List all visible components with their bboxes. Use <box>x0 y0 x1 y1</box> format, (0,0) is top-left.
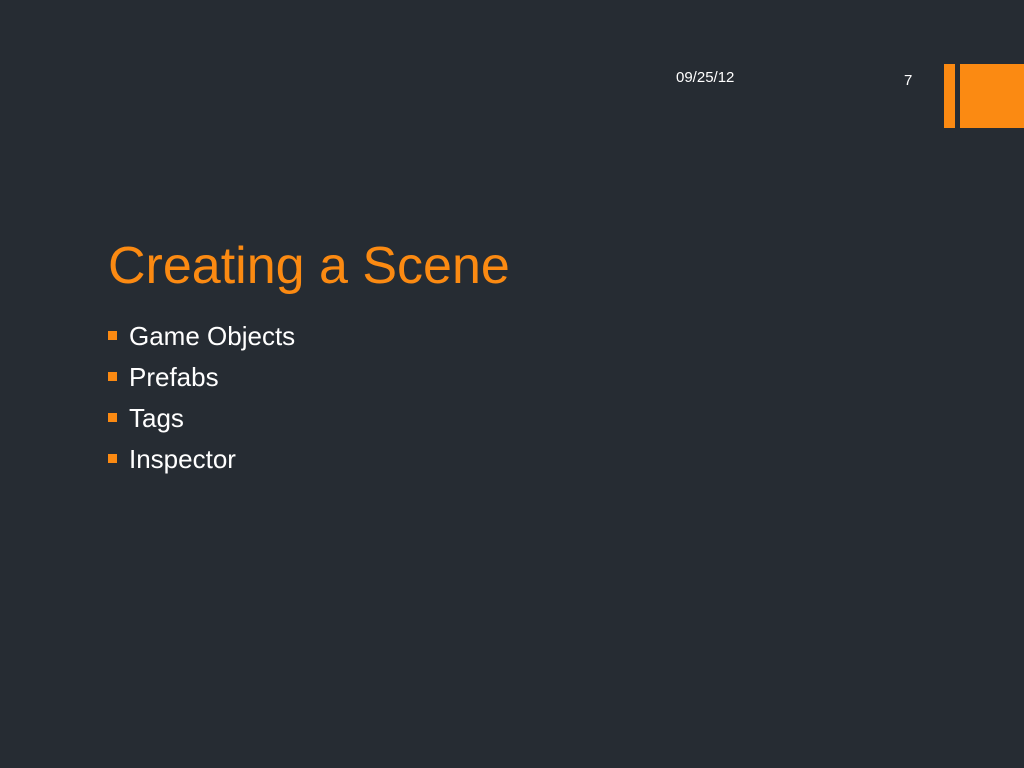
bullet-label: Game Objects <box>129 321 296 351</box>
slide-date: 09/25/12 <box>676 69 735 86</box>
bullet-list: Game Objects Prefabs Tags Inspector <box>108 316 295 480</box>
square-bullet-icon <box>108 454 117 463</box>
square-bullet-icon <box>108 331 117 340</box>
square-bullet-icon <box>108 413 117 422</box>
bullet-item-inspector: Inspector <box>108 439 295 480</box>
accent-bar-wide <box>960 64 1024 128</box>
bullet-label: Inspector <box>129 444 236 474</box>
slide: 09/25/12 7 Creating a Scene Game Objects… <box>0 0 1024 768</box>
slide-title: Creating a Scene <box>108 237 510 295</box>
bullet-item-prefabs: Prefabs <box>108 357 295 398</box>
bullet-item-tags: Tags <box>108 398 295 439</box>
slide-number: 7 <box>904 72 913 89</box>
bullet-label: Tags <box>129 403 184 433</box>
bullet-item-game-objects: Game Objects <box>108 316 295 357</box>
bullet-label: Prefabs <box>129 362 219 392</box>
accent-bar-thin <box>944 64 955 128</box>
square-bullet-icon <box>108 372 117 381</box>
